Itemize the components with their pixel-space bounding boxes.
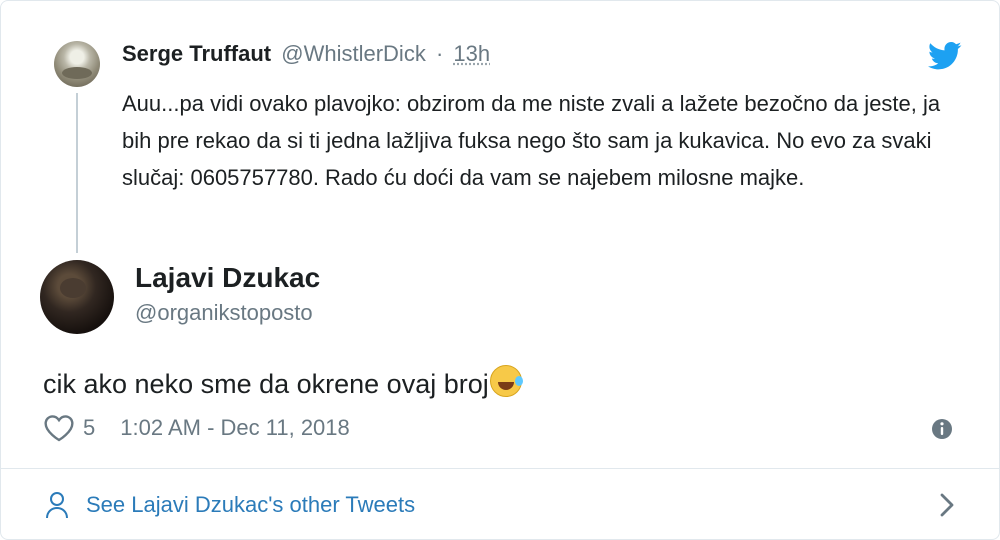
tweet-timestamp[interactable]: 1:02 AM - Dec 11, 2018 bbox=[120, 415, 350, 441]
tweet-meta: 5 1:02 AM - Dec 11, 2018 bbox=[43, 413, 350, 443]
header-separator: · bbox=[435, 41, 444, 66]
embedded-tweet-card: Serge Truffaut @WhistlerDick · 13h Auu..… bbox=[0, 0, 1000, 540]
heart-icon[interactable] bbox=[43, 414, 75, 442]
quoted-tweet-header: Serge Truffaut @WhistlerDick · 13h bbox=[122, 41, 490, 67]
tweet-body: cik ako neko sme da okrene ovaj broj bbox=[43, 365, 523, 402]
quoted-tweet-time[interactable]: 13h bbox=[453, 41, 490, 66]
quoted-author-name[interactable]: Serge Truffaut bbox=[122, 41, 271, 66]
like-count[interactable]: 5 bbox=[83, 415, 95, 441]
rolling-on-the-floor-laughing-emoji-icon bbox=[489, 365, 523, 397]
footer-divider bbox=[1, 468, 999, 469]
quoted-author-handle[interactable]: @WhistlerDick bbox=[281, 41, 426, 66]
author-name[interactable]: Lajavi Dzukac bbox=[135, 262, 320, 294]
see-other-tweets-link[interactable]: See Lajavi Dzukac's other Tweets bbox=[45, 491, 415, 519]
quoted-author-avatar[interactable] bbox=[54, 41, 100, 87]
reply-thread-line bbox=[76, 93, 78, 253]
tweet-text: cik ako neko sme da okrene ovaj broj bbox=[43, 369, 489, 399]
quoted-tweet-text: Auu...pa vidi ovako plavojko: obzirom da… bbox=[122, 91, 941, 190]
person-icon bbox=[46, 492, 68, 519]
author-avatar[interactable] bbox=[40, 260, 114, 334]
info-icon[interactable] bbox=[931, 418, 953, 440]
twitter-bird-icon[interactable] bbox=[928, 41, 962, 71]
see-other-tweets-label[interactable]: See Lajavi Dzukac's other Tweets bbox=[86, 492, 415, 518]
author-handle[interactable]: @organikstoposto bbox=[135, 300, 313, 326]
chevron-right-icon[interactable] bbox=[937, 490, 957, 520]
